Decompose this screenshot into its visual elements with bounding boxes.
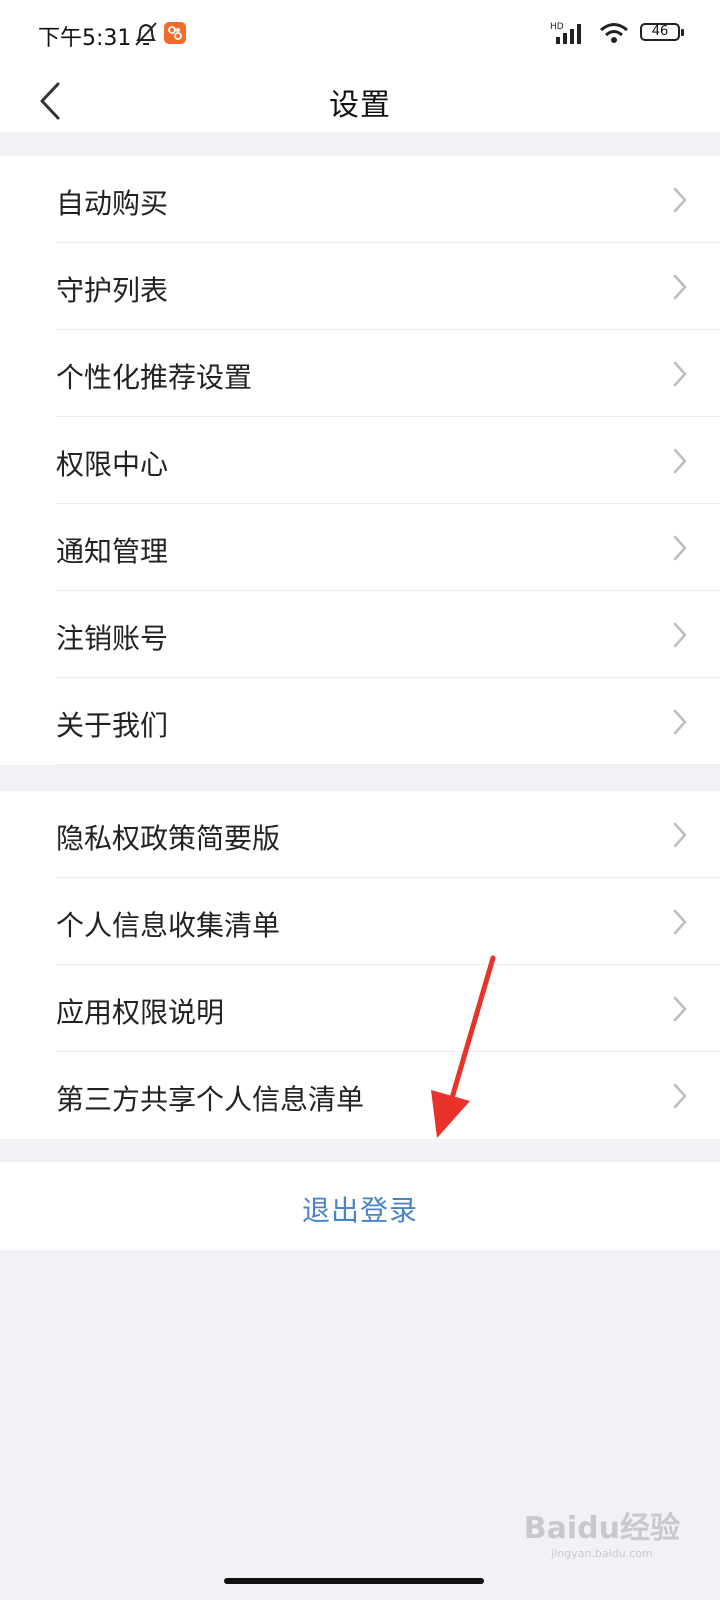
chevron-right-icon bbox=[673, 622, 687, 648]
chevron-right-icon bbox=[673, 274, 687, 300]
settings-item-personal-info-collection[interactable]: 个人信息收集清单 bbox=[0, 878, 720, 965]
settings-item-label: 权限中心 bbox=[56, 448, 169, 481]
settings-item-label: 第三方共享个人信息清单 bbox=[56, 1083, 365, 1116]
settings-item-about-us[interactable]: 关于我们 bbox=[0, 678, 720, 765]
settings-item-label: 守护列表 bbox=[56, 274, 169, 307]
settings-item-guard-list[interactable]: 守护列表 bbox=[0, 243, 720, 330]
page-title: 设置 bbox=[329, 88, 391, 123]
logout-button[interactable]: 退出登录 bbox=[0, 1162, 720, 1250]
logout-label: 退出登录 bbox=[301, 1194, 418, 1227]
status-bar: 下午5:31 HD 46 bbox=[0, 0, 720, 70]
settings-item-third-party-sharing[interactable]: 第三方共享个人信息清单 bbox=[0, 1052, 720, 1139]
chevron-right-icon bbox=[673, 187, 687, 213]
settings-item-label: 个性化推荐设置 bbox=[56, 361, 253, 394]
chevron-right-icon bbox=[673, 709, 687, 735]
chevron-right-icon bbox=[673, 448, 687, 474]
watermark-url: jingyan.baidu.com bbox=[551, 1547, 653, 1560]
settings-item-personalized-recommendation[interactable]: 个性化推荐设置 bbox=[0, 330, 720, 417]
chevron-right-icon bbox=[673, 996, 687, 1022]
settings-item-label: 自动购买 bbox=[56, 187, 169, 220]
wifi-icon bbox=[598, 20, 630, 50]
network-label: HD bbox=[550, 22, 564, 32]
home-indicator[interactable] bbox=[224, 1578, 484, 1584]
status-time: 下午5:31 bbox=[38, 26, 132, 51]
settings-group-general: 自动购买 守护列表 个性化推荐设置 权限中心 通知管理 注销账号 关于我们 bbox=[0, 156, 720, 765]
bell-muted-icon bbox=[133, 20, 159, 52]
chevron-right-icon bbox=[673, 1083, 687, 1109]
settings-item-label: 通知管理 bbox=[56, 535, 169, 568]
settings-item-label: 个人信息收集清单 bbox=[56, 909, 281, 942]
navigation-bar: 设置 bbox=[0, 70, 720, 132]
settings-item-label: 关于我们 bbox=[56, 709, 169, 742]
settings-item-auto-purchase[interactable]: 自动购买 bbox=[0, 156, 720, 243]
battery-icon: 46 bbox=[640, 23, 684, 41]
app-notification-icon bbox=[164, 22, 186, 44]
watermark-logo: Baidu经验 bbox=[523, 1511, 680, 1546]
settings-item-app-permission-explanation[interactable]: 应用权限说明 bbox=[0, 965, 720, 1052]
settings-item-notification-management[interactable]: 通知管理 bbox=[0, 504, 720, 591]
settings-item-delete-account[interactable]: 注销账号 bbox=[0, 591, 720, 678]
settings-group-privacy: 隐私权政策简要版 个人信息收集清单 应用权限说明 第三方共享个人信息清单 bbox=[0, 791, 720, 1139]
chevron-right-icon bbox=[673, 909, 687, 935]
divider bbox=[56, 764, 720, 765]
settings-item-permission-center[interactable]: 权限中心 bbox=[0, 417, 720, 504]
signal-icon: HD bbox=[550, 20, 590, 50]
chevron-right-icon bbox=[673, 361, 687, 387]
settings-item-label: 注销账号 bbox=[56, 622, 169, 655]
chevron-right-icon bbox=[673, 822, 687, 848]
chevron-right-icon bbox=[673, 535, 687, 561]
watermark: Baidu经验 jingyan.baidu.com bbox=[524, 1503, 680, 1560]
settings-item-label: 应用权限说明 bbox=[56, 996, 225, 1029]
settings-item-privacy-policy-summary[interactable]: 隐私权政策简要版 bbox=[0, 791, 720, 878]
settings-item-label: 隐私权政策简要版 bbox=[56, 822, 281, 855]
